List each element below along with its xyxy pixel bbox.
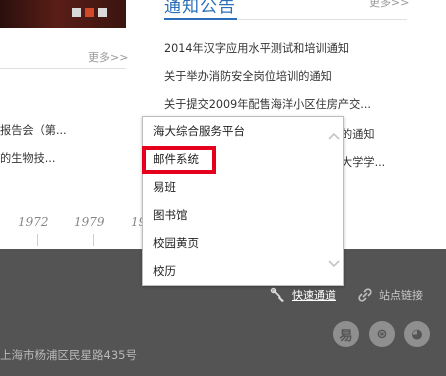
news-divider [0, 68, 126, 69]
timeline-tick [37, 234, 38, 246]
menu-item-yellow-pages[interactable]: 校园黄页 [143, 229, 323, 257]
address-text: 上海市杨浦区民星路435号 [0, 348, 137, 362]
link-icon [358, 288, 372, 302]
quick-access-menu: 海大综合服务平台 邮件系统 易班 图书馆 校园黄页 校历 [143, 117, 323, 285]
notice-item[interactable]: 2014年汉字应用水平测试和培训通知 [164, 40, 404, 68]
slider-dot-active[interactable] [85, 8, 94, 17]
tools-icon [270, 287, 284, 302]
notices-more-link[interactable]: 更多>> [369, 0, 409, 10]
timeline-year[interactable]: 1972 [18, 215, 49, 229]
slider-dots [72, 8, 107, 17]
slider-dot[interactable] [72, 8, 81, 17]
chevron-down-icon[interactable] [328, 257, 340, 269]
timeline-ticks [0, 234, 150, 246]
notice-item-partial[interactable]: 大学学... [341, 154, 385, 170]
notice-item-partial[interactable]: 的通知 [341, 126, 375, 142]
news-more-link[interactable]: 更多>> [88, 49, 128, 65]
notices-list: 2014年汉字应用水平测试和培训通知 关于举办消防安全岗位培训的通知 关于提交2… [164, 40, 404, 124]
timeline-tick [93, 234, 94, 246]
banner-image[interactable] [0, 0, 126, 28]
site-links-label: 站点链接 [379, 289, 423, 302]
highlight-box [142, 146, 216, 174]
site-links-link[interactable]: 站点链接 [357, 287, 423, 303]
notice-item[interactable]: 关于举办消防安全岗位培训的通知 [164, 68, 404, 96]
menu-item-library[interactable]: 图书馆 [143, 201, 323, 229]
menu-item-service-platform[interactable]: 海大综合服务平台 [143, 117, 323, 145]
weibo-icon[interactable]: ⊛ [369, 321, 395, 347]
yiban-icon[interactable]: 易 [333, 321, 359, 347]
notices-heading: 通知公告 [164, 0, 236, 17]
timeline-year[interactable]: 1979 [74, 215, 105, 229]
menu-item-yiban[interactable]: 易班 [143, 173, 323, 201]
menu-item-calendar[interactable]: 校历 [143, 257, 323, 285]
news-item[interactable]: 报告会（第... [0, 122, 67, 138]
notices-heading-underline [164, 18, 237, 20]
timeline-years: 1972 1979 19 [0, 215, 150, 231]
notices-divider [237, 19, 407, 20]
news-item[interactable]: 的生物技... [0, 150, 55, 166]
quick-access-link[interactable]: 快速通道 [270, 287, 336, 303]
quick-access-dropdown[interactable]: 海大综合服务平台 邮件系统 易班 图书馆 校园黄页 校历 [142, 116, 344, 286]
chevron-up-icon[interactable] [328, 131, 340, 143]
quick-access-label: 快速通道 [292, 289, 336, 302]
slider-dot[interactable] [98, 8, 107, 17]
dropdown-scrollbar[interactable] [325, 117, 343, 285]
wechat-icon[interactable]: ◕ [404, 321, 430, 347]
